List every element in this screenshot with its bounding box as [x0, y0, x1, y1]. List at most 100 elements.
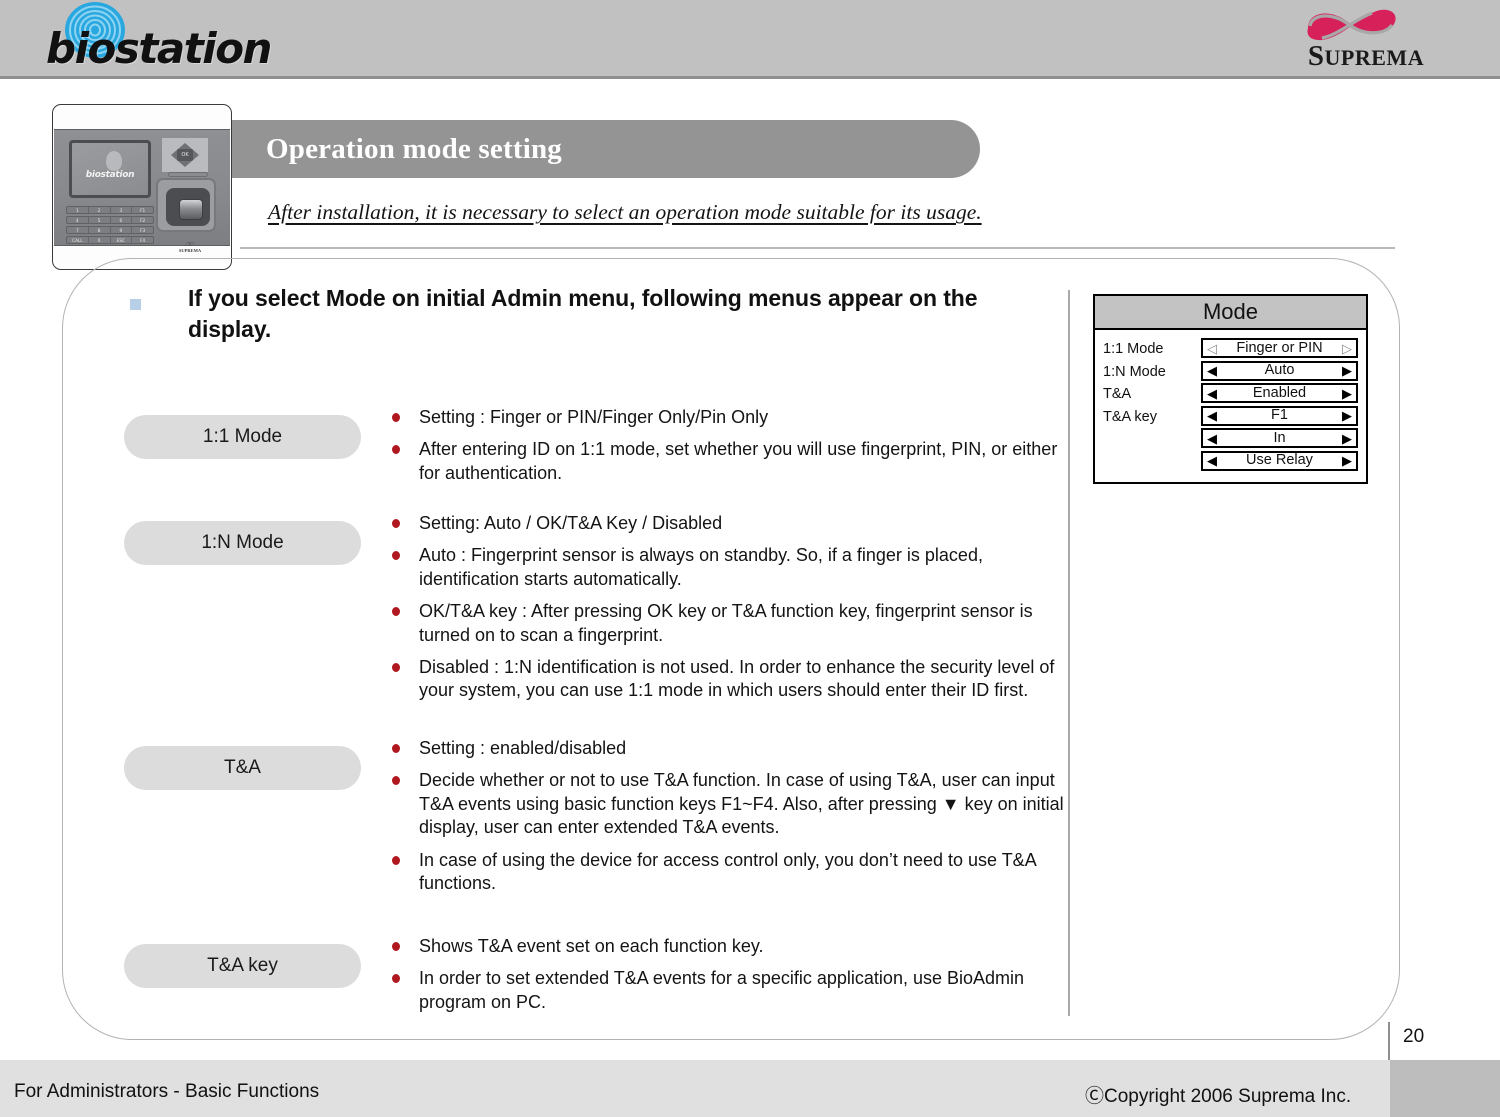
- right-arrow-icon[interactable]: ▶: [1342, 432, 1352, 445]
- device-lcd-screen: biostation: [69, 140, 151, 198]
- keypad-key: 9: [111, 227, 133, 233]
- section-bullet-list: Setting : Finger or PIN/Finger Only/Pin …: [392, 406, 1072, 494]
- bullet-dot-icon: [392, 551, 400, 561]
- keypad-key: F3: [140, 228, 146, 233]
- keypad-row: CALL 0 ESC F4: [66, 236, 154, 244]
- footer-accent-block: [1390, 1060, 1500, 1117]
- mode-panel-body: 1:1 Mode 1:N Mode T&A T&A key ◁ Finger o…: [1095, 330, 1366, 479]
- scanner-outer-frame: [166, 188, 210, 226]
- device-suprema-mark: ∞ SUPREMA: [172, 238, 208, 254]
- keypad-key: F1: [140, 208, 146, 213]
- bullet-dot-icon: [392, 974, 400, 984]
- mode-label-ta: T&A: [1103, 386, 1132, 402]
- intro-text: If you select Mode on initial Admin menu…: [188, 285, 978, 343]
- mode-row-1-1-mode[interactable]: ◁ Finger or PIN ▷: [1201, 338, 1358, 358]
- keypad-key: 8: [89, 227, 111, 233]
- right-arrow-icon[interactable]: ▷: [1342, 342, 1352, 355]
- mode-panel-labels: 1:1 Mode 1:N Mode T&A T&A key: [1103, 336, 1201, 473]
- right-arrow-icon[interactable]: ▶: [1342, 364, 1352, 377]
- mode-row-ta[interactable]: ◀ Enabled ▶: [1201, 383, 1358, 403]
- mode-label-1-n: 1:N Mode: [1103, 363, 1166, 380]
- bullet-dot-icon: [392, 413, 400, 422]
- bullet-item: Shows T&A event set on each function key…: [392, 935, 1072, 958]
- mode-row-ta-key-relay[interactable]: ◀ Use Relay ▶: [1201, 450, 1358, 471]
- biostation-device-image: biostation OK 1 2 3 F1 4 5 6 F2 7 8 9 F3…: [52, 104, 232, 270]
- mode-row-ta-key-event[interactable]: ◀ In ▶: [1201, 428, 1358, 448]
- header-band: biostation SUPREMA: [0, 0, 1500, 79]
- left-arrow-icon[interactable]: ◀: [1207, 454, 1217, 467]
- bullet-item: In order to set extended T&A events for …: [392, 967, 1072, 1014]
- bullet-dot-icon: [392, 855, 400, 865]
- keypad-key: CALL: [67, 237, 89, 243]
- bullet-dot-icon: [392, 776, 400, 786]
- footer-left-text: For Administrators - Basic Functions: [14, 1081, 320, 1102]
- slide-page: biostation SUPREMA biostation OK 1 2 3 F…: [0, 0, 1500, 1117]
- mode-screen-panel: Mode 1:1 Mode 1:N Mode T&A T&A key ◁ Fin…: [1093, 294, 1368, 484]
- keypad-key: 4: [67, 217, 89, 223]
- mode-row-ta-key-f1[interactable]: ◀ F1 ▶: [1201, 405, 1358, 426]
- left-arrow-icon[interactable]: ◀: [1207, 432, 1217, 445]
- biostation-wordmark: biostation: [46, 24, 272, 73]
- intro-block: If you select Mode on initial Admin menu…: [130, 283, 1030, 346]
- mode-row-1-n-mode[interactable]: ◀ Auto ▶: [1201, 360, 1358, 381]
- mode-value: Auto: [1264, 362, 1295, 379]
- bullet-item: Setting : Finger or PIN/Finger Only/Pin …: [392, 406, 1072, 429]
- mode-panel-values: ◁ Finger or PIN ▷ ◀ Auto ▶ ◀ Enabled ▶ ◀…: [1201, 336, 1358, 473]
- bullet-item: Setting : enabled/disabled: [392, 737, 1072, 760]
- left-arrow-icon[interactable]: ◁: [1207, 342, 1217, 355]
- section-label-pill: 1:1 Mode: [124, 415, 361, 459]
- mode-value: F1: [1271, 407, 1288, 424]
- keypad-key: 6: [111, 217, 133, 223]
- right-arrow-icon[interactable]: ▶: [1342, 454, 1352, 467]
- bullet-dot-icon: [392, 519, 400, 528]
- right-arrow-icon[interactable]: ▶: [1342, 409, 1352, 422]
- keypad-row: 4 5 6 F2: [66, 216, 154, 224]
- footer-copyright: ⒸCopyright 2006 Suprema Inc.: [1085, 1086, 1352, 1107]
- device-faceplate: biostation OK 1 2 3 F1 4 5 6 F2 7 8 9 F3…: [54, 129, 230, 253]
- left-arrow-icon[interactable]: ◀: [1207, 364, 1217, 377]
- device-keypad: 1 2 3 F1 4 5 6 F2 7 8 9 F3 CALL 0 ESC F4: [66, 206, 154, 246]
- keypad-key: 7: [67, 227, 89, 233]
- lcd-fingerprint-icon: [106, 151, 122, 171]
- section-label-pill: T&A key: [124, 944, 361, 988]
- square-bullet-icon: [130, 299, 141, 310]
- slide-subtitle: After installation, it is necessary to s…: [268, 200, 982, 224]
- keypad-key: 3: [111, 207, 133, 213]
- bullet-item: Decide whether or not to use T&A functio…: [392, 769, 1072, 839]
- section-bullet-list: Setting: Auto / OK/T&A Key / Disabled Au…: [392, 512, 1072, 712]
- subtitle-divider: [240, 247, 1395, 249]
- keypad-row: 7 8 9 F3: [66, 226, 154, 234]
- bullet-item: Auto : Fingerprint sensor is always on s…: [392, 544, 1072, 591]
- slide-title-banner: Operation mode setting: [232, 120, 980, 178]
- mode-panel-title: Mode: [1095, 296, 1366, 330]
- scanner-sensor-surface: [179, 199, 203, 220]
- dpad-ok-key: OK: [177, 149, 193, 161]
- suprema-logo: SUPREMA: [1276, 4, 1456, 76]
- left-arrow-icon[interactable]: ◀: [1207, 387, 1217, 400]
- device-dpad: OK: [162, 138, 208, 172]
- biostation-logo: biostation: [38, 2, 272, 76]
- bullet-dot-icon: [392, 662, 400, 672]
- device-infinity-icon: ∞: [186, 238, 194, 250]
- mode-value: In: [1273, 429, 1286, 446]
- bullet-item: After entering ID on 1:1 mode, set wheth…: [392, 438, 1072, 485]
- mode-value: Enabled: [1252, 384, 1307, 401]
- right-arrow-icon[interactable]: ▶: [1342, 387, 1352, 400]
- keypad-row: 1 2 3 F1: [66, 206, 154, 214]
- mode-label-ta-key: T&A key: [1103, 408, 1157, 425]
- mode-value: Use Relay: [1246, 452, 1313, 469]
- bullet-dot-icon: [392, 607, 400, 617]
- keypad-key: 1: [67, 207, 89, 213]
- left-arrow-icon[interactable]: ◀: [1207, 409, 1217, 422]
- bullet-dot-icon: [392, 445, 400, 455]
- mode-value: Finger or PIN: [1236, 339, 1323, 356]
- suprema-wordmark: SUPREMA: [1307, 40, 1425, 72]
- mode-label-1-1: 1:1 Mode: [1103, 341, 1164, 357]
- keypad-key: 0: [89, 237, 111, 243]
- scanner-guide-bar: [168, 172, 208, 177]
- bullet-item: Setting: Auto / OK/T&A Key / Disabled: [392, 512, 1072, 535]
- keypad-key: 5: [89, 217, 111, 223]
- bullet-dot-icon: [392, 942, 400, 951]
- device-fingerprint-scanner: [156, 172, 216, 232]
- infinity-ribbon-icon: [1307, 9, 1396, 41]
